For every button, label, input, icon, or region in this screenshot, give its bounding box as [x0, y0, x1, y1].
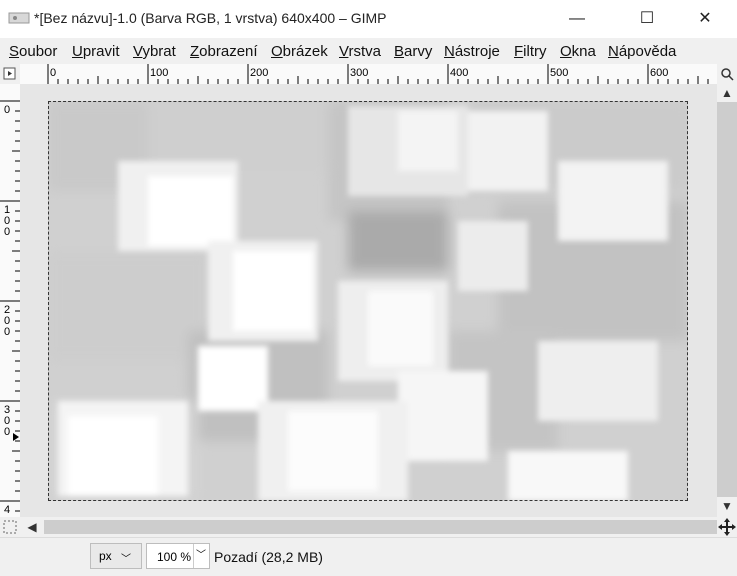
vruler-label-300: 300 — [4, 404, 10, 438]
zoom-input[interactable]: 100 % ﹀ — [146, 543, 210, 569]
pointer-marker-icon — [13, 433, 19, 441]
menu-view[interactable]: Zobrazení — [190, 43, 258, 60]
horizontal-ruler-ticks: 0 100 200 300 400 500 600 — [47, 64, 709, 84]
window-title: *[Bez názvu]-1.0 (Barva RGB, 1 vrstva) 6… — [34, 10, 387, 26]
menu-layer[interactable]: Vrstva — [339, 43, 381, 60]
menu-bar: Soubor Upravit Vybrat Zobrazení Obrázek … — [0, 38, 737, 64]
menu-filters[interactable]: Filtry — [514, 43, 547, 60]
hruler-label-300: 300 — [350, 67, 368, 79]
chevron-down-icon: ﹀ — [121, 554, 131, 565]
zoom-value: 100 % — [156, 550, 191, 564]
vertical-scrollbar[interactable]: ▲ ▼ — [717, 84, 737, 517]
horizontal-scrollbar[interactable]: ◀ — [20, 517, 717, 537]
image-boundary — [48, 101, 688, 501]
menu-image[interactable]: Obrázek — [271, 43, 328, 60]
close-button[interactable]: ✕ — [682, 0, 728, 38]
gimp-app-icon — [8, 12, 30, 24]
hruler-label-600: 600 — [650, 67, 668, 79]
vruler-label-400: 4 — [4, 504, 10, 516]
zoom-dropdown-icon[interactable]: ﹀ — [193, 544, 208, 568]
vruler-label-100: 100 — [4, 204, 10, 238]
menu-colors[interactable]: Barvy — [394, 43, 432, 60]
scroll-down-icon[interactable]: ▼ — [717, 497, 737, 515]
navigate-button[interactable] — [717, 517, 737, 537]
maximize-button[interactable]: ☐ — [624, 0, 670, 38]
hruler-label-200: 200 — [250, 67, 268, 79]
menu-select[interactable]: Vybrat — [133, 43, 176, 60]
vertical-scroll-thumb[interactable] — [717, 102, 737, 497]
status-bar: px ﹀ 100 % ﹀ Pozadí (28,2 MB) — [0, 537, 737, 576]
scroll-left-icon[interactable]: ◀ — [22, 518, 42, 536]
navigate-icon — [718, 518, 736, 536]
vruler-label-200: 200 — [4, 304, 10, 338]
canvas-area[interactable] — [20, 84, 717, 517]
quick-mask-icon — [3, 520, 17, 534]
unit-selector[interactable]: px ﹀ — [90, 543, 142, 569]
vertical-ruler[interactable]: 0 100 200 300 4 — [0, 84, 21, 517]
hruler-label-500: 500 — [550, 67, 568, 79]
menu-tools[interactable]: Nástroje — [444, 43, 500, 60]
minimize-button[interactable]: — — [554, 0, 600, 38]
hruler-label-100: 100 — [150, 67, 168, 79]
vruler-label-0: 0 — [4, 104, 10, 116]
layer-status: Pozadí (28,2 MB) — [214, 549, 323, 565]
menu-help[interactable]: Nápověda — [608, 43, 676, 60]
menu-windows[interactable]: Okna — [560, 43, 596, 60]
horizontal-ruler[interactable]: 0 100 200 300 400 500 600 — [20, 64, 717, 85]
unit-value: px — [99, 549, 112, 563]
scroll-up-icon[interactable]: ▲ — [717, 84, 737, 102]
horizontal-scroll-thumb[interactable] — [44, 520, 717, 534]
shrink-wrap-icon — [721, 68, 734, 81]
hruler-label-0: 0 — [50, 67, 56, 79]
quick-mask-button[interactable] — [0, 517, 20, 537]
shrink-wrap-button[interactable] — [717, 64, 737, 84]
image-menu-button[interactable] — [0, 64, 20, 84]
title-bar: *[Bez názvu]-1.0 (Barva RGB, 1 vrstva) 6… — [0, 0, 737, 38]
vertical-ruler-ticks: 0 100 200 300 4 — [0, 100, 20, 516]
menu-edit[interactable]: Upravit — [72, 43, 120, 60]
menu-file[interactable]: Soubor — [9, 43, 57, 60]
hruler-label-400: 400 — [450, 67, 468, 79]
image-menu-icon — [3, 67, 16, 80]
